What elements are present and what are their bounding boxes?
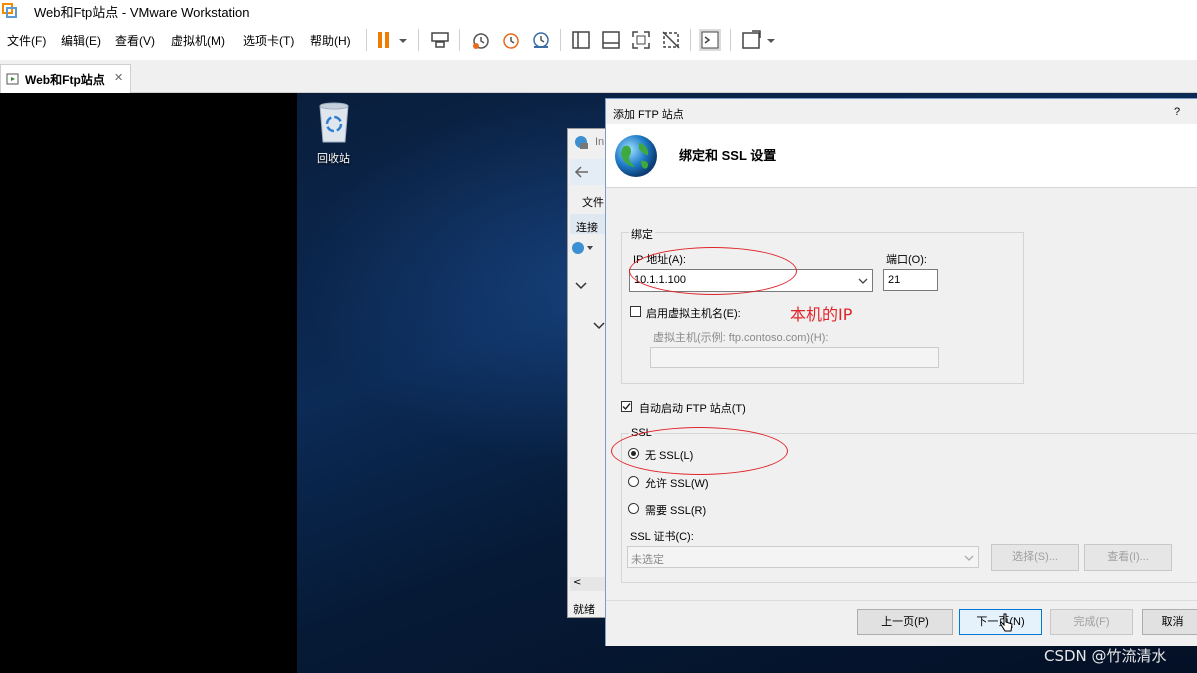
view-thumbnail-icon[interactable] [600,29,622,51]
dropdown-icon[interactable] [396,29,410,51]
iis-manager-window[interactable]: In 文件 连接 < 就绪 [567,128,607,618]
manage-snapshots-icon[interactable] [530,29,552,51]
virtual-host-field[interactable] [650,347,939,368]
autostart-label: 自动启动 FTP 站点(T) [639,403,746,415]
checkmark-icon [622,403,631,411]
finish-button[interactable]: 完成(F) [1050,609,1133,635]
radio-allow-ssl[interactable] [628,476,639,487]
connections-label: 连接 [576,222,598,234]
autostart-checkbox[interactable] [621,401,632,412]
iis-status: 就绪 [573,604,595,616]
dropdown-icon[interactable] [764,29,778,51]
iis-menu-file[interactable]: 文件 [582,194,604,210]
vmware-logo-icon [2,3,17,18]
recycle-bin-icon[interactable] [314,100,354,144]
pause-icon[interactable] [373,29,395,51]
view-cert-button[interactable]: 查看(I)... [1084,544,1172,571]
port-value: 21 [888,274,901,286]
scroll-left-icon[interactable]: < [573,577,581,588]
annotation-ellipse-ip [629,247,797,295]
tree-expand-icon[interactable] [592,321,606,331]
back-arrow-icon[interactable] [574,165,590,179]
send-keys-icon[interactable] [429,29,451,51]
binding-group-label: 绑定 [629,226,655,242]
unity-icon[interactable] [660,29,682,51]
tab-vm[interactable]: Web和Ftp站点 ✕ [0,64,131,93]
chevron-down-icon [964,555,974,561]
menu-tabs[interactable]: 选项卡(T) [243,32,294,49]
annotation-text: 本机的IP [790,305,853,324]
menu-help[interactable]: 帮助(H) [310,32,351,49]
mouse-cursor-icon [1000,613,1013,632]
snapshot-icon[interactable] [470,29,492,51]
virtual-host-hint: 虚拟主机(示例: ftp.contoso.com)(H): [653,332,829,344]
cancel-button[interactable]: 取消 [1142,609,1197,635]
console-icon[interactable] [699,29,721,51]
vm-icon [6,73,19,85]
radio-require-ssl-label: 需要 SSL(R) [645,505,707,517]
window-title: Web和Ftp站点 - VMware Workstation [34,5,250,20]
dialog-title: 添加 FTP 站点 [613,109,684,121]
menu-file[interactable]: 文件(F) [7,32,46,49]
watermark: CSDN @竹流清水 [1044,647,1167,665]
recycle-bin-label: 回收站 [317,153,350,165]
stretch-icon[interactable] [740,29,762,51]
fullscreen-icon[interactable] [630,29,652,51]
iis-title: In [595,136,605,148]
view-sidebar-icon[interactable] [570,29,592,51]
dialog-heading: 绑定和 SSL 设置 [679,148,777,163]
globe-icon [615,135,657,177]
tree-expand-icon[interactable] [574,281,588,291]
menu-bar: 文件(F) 编辑(E) 查看(V) 虚拟机(M) 选项卡(T) 帮助(H) [0,22,1197,58]
revert-snapshot-icon[interactable] [500,29,522,51]
iis-icon [575,136,588,149]
radio-require-ssl[interactable] [628,503,639,514]
globe-dropdown-icon[interactable] [571,241,595,255]
tab-close-icon[interactable]: ✕ [114,71,123,84]
prev-button[interactable]: 上一页(P) [857,609,953,635]
radio-allow-ssl-label: 允许 SSL(W) [645,478,709,490]
menu-edit[interactable]: 编辑(E) [61,32,101,49]
port-field[interactable]: 21 [883,269,938,291]
chevron-down-icon [858,278,868,284]
tab-label: Web和Ftp站点 [25,73,105,87]
select-cert-button[interactable]: 选择(S)... [991,544,1079,571]
virtual-host-checkbox[interactable] [630,306,641,317]
title-bar: Web和Ftp站点 - VMware Workstation [0,0,1197,22]
ssl-cert-label: SSL 证书(C): [630,531,694,543]
help-button[interactable]: ? [1174,106,1180,118]
tab-bar [0,60,1197,93]
ssl-cert-value: 未选定 [631,554,664,566]
port-label: 端口(O): [886,254,927,266]
virtual-host-enable-label: 启用虚拟主机名(E): [646,308,741,320]
menu-vm[interactable]: 虚拟机(M) [171,32,225,49]
menu-view[interactable]: 查看(V) [115,32,155,49]
ssl-cert-select[interactable]: 未选定 [627,546,979,568]
annotation-ellipse-ssl [611,427,788,475]
